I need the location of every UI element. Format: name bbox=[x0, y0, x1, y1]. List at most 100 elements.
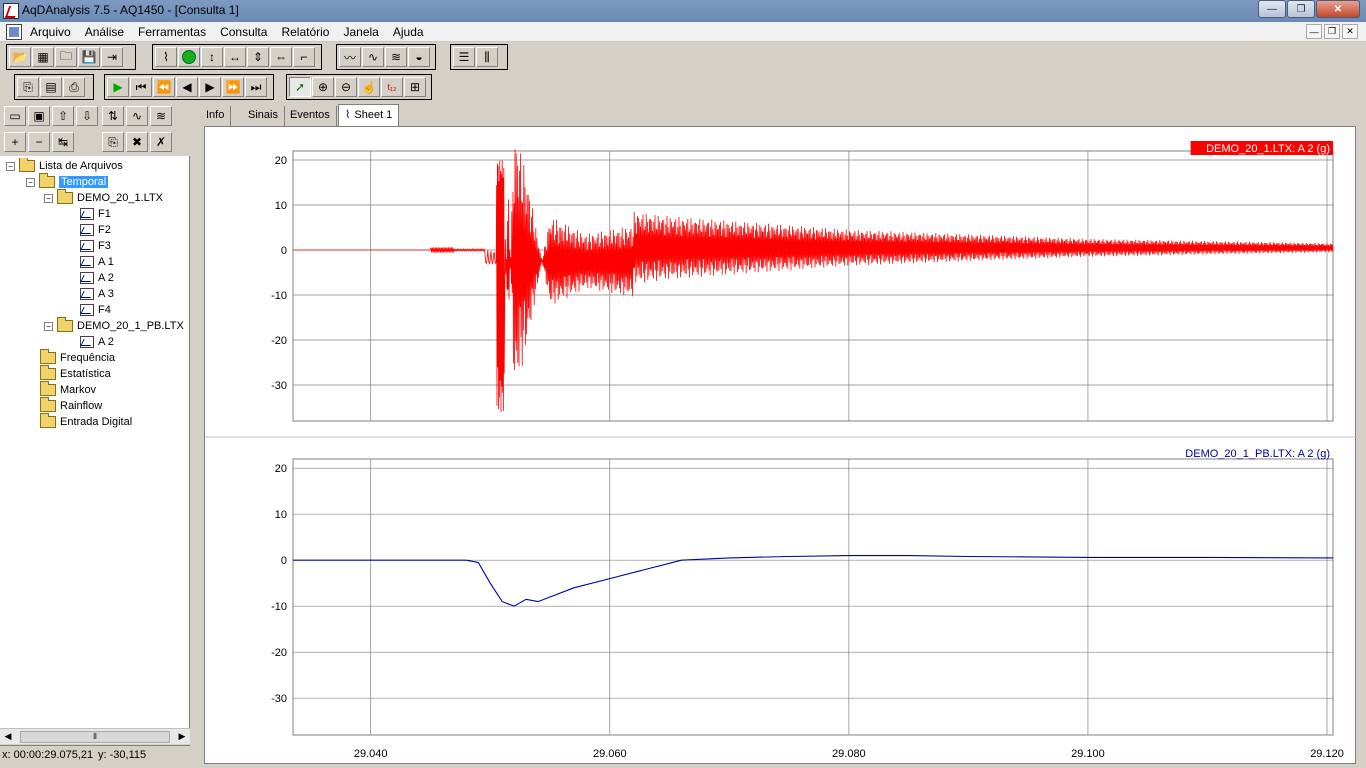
signal-icon bbox=[80, 224, 94, 236]
tab-info[interactable]: Info bbox=[200, 106, 232, 126]
export-icon[interactable]: ⇥ bbox=[101, 47, 123, 67]
tree-temporal[interactable]: − Temporal bbox=[26, 173, 109, 190]
folder-down-icon[interactable]: ⇩ bbox=[76, 106, 98, 126]
menu-arquivo[interactable]: Arquivo bbox=[30, 25, 71, 39]
mdi-close-button[interactable]: ✕ bbox=[1342, 24, 1358, 39]
delete-signal-icon[interactable]: ✖ bbox=[126, 132, 148, 152]
t1-t2-icon[interactable]: t₁₂ bbox=[381, 77, 403, 97]
chart-color-icon[interactable]: ◒ bbox=[408, 47, 430, 67]
tree-signal[interactable]: A 3 bbox=[80, 286, 114, 302]
cursor-graph-icon[interactable]: ⌐ bbox=[293, 47, 315, 67]
rewind-icon[interactable]: ⏪ bbox=[153, 77, 175, 97]
next-icon[interactable]: ▶ bbox=[199, 77, 221, 97]
tab-sinais[interactable]: Sinais bbox=[242, 106, 285, 126]
save-icon[interactable]: 💾 bbox=[78, 47, 100, 67]
graph-icon[interactable]: ⌇ bbox=[155, 47, 177, 67]
column-layout-icon[interactable]: ⫼ bbox=[476, 47, 498, 67]
open-folder-icon bbox=[57, 317, 73, 332]
zoom-in-icon[interactable]: ⊕ bbox=[312, 77, 334, 97]
zoom-out-icon[interactable]: ⊖ bbox=[335, 77, 357, 97]
tree-folder[interactable]: Rainflow bbox=[40, 397, 102, 414]
tree-signal[interactable]: A 2 bbox=[80, 334, 114, 350]
first-icon[interactable]: ⏮ bbox=[130, 77, 152, 97]
collapse-icon[interactable]: − bbox=[44, 193, 53, 203]
remove-signal-icon[interactable]: ✗ bbox=[150, 132, 172, 152]
tree-signal[interactable]: F2 bbox=[80, 222, 111, 238]
last-icon[interactable]: ⏭ bbox=[245, 77, 267, 97]
hand-icon[interactable]: ☝ bbox=[358, 77, 380, 97]
tree-signal[interactable]: F1 bbox=[80, 206, 111, 222]
menu-consulta[interactable]: Consulta bbox=[220, 25, 267, 39]
menu-relatorio[interactable]: Relatório bbox=[281, 25, 329, 39]
chart-wave-icon[interactable]: ∿ bbox=[362, 47, 384, 67]
structure-icon[interactable]: ▦ bbox=[32, 47, 54, 67]
pointer-icon[interactable]: ➚ bbox=[289, 77, 311, 97]
menu-ajuda[interactable]: Ajuda bbox=[393, 25, 424, 39]
layout-toolbar: ☰ ⫼ bbox=[450, 44, 508, 70]
folder-up-icon[interactable]: ⇧ bbox=[52, 106, 74, 126]
menu-ferramentas[interactable]: Ferramentas bbox=[138, 25, 206, 39]
minimize-button[interactable]: — bbox=[1258, 0, 1286, 18]
close-button[interactable]: ✕ bbox=[1316, 0, 1360, 18]
tree-folder[interactable]: Markov bbox=[40, 381, 96, 398]
menu-analise[interactable]: Análise bbox=[85, 25, 124, 39]
scroll-left-icon[interactable]: ◀ bbox=[2, 731, 14, 743]
fast-forward-icon[interactable]: ⏩ bbox=[222, 77, 244, 97]
tree-folder[interactable]: Frequência bbox=[40, 349, 115, 366]
folder-grid-icon[interactable]: ▣ bbox=[28, 106, 50, 126]
tab-sheet-1[interactable]: ⌇ Sheet 1 bbox=[338, 104, 400, 126]
collapse-icon[interactable]: − bbox=[44, 321, 53, 331]
signal-chart-icon[interactable]: ∿ bbox=[126, 106, 148, 126]
mdi-controls: — ❐ ✕ bbox=[1304, 24, 1358, 39]
tree-signal[interactable]: F4 bbox=[80, 302, 111, 318]
tab-eventos[interactable]: Eventos bbox=[284, 106, 337, 126]
signal-icon bbox=[80, 208, 94, 220]
y-tick-label: -30 bbox=[271, 693, 287, 705]
move-folder-icon[interactable]: ↹ bbox=[52, 132, 74, 152]
collapse-icon[interactable]: − bbox=[6, 161, 15, 171]
collapse-icon[interactable]: − bbox=[26, 177, 35, 187]
play-icon[interactable]: ▶ bbox=[107, 77, 129, 97]
open-folder-icon[interactable]: 📂 bbox=[9, 47, 31, 67]
tree-file-1[interactable]: − DEMO_20_1.LTX bbox=[44, 189, 163, 206]
measure-icon[interactable]: ⊞ bbox=[404, 77, 426, 97]
tree-folder[interactable]: Estatística bbox=[40, 365, 111, 382]
previous-icon[interactable]: ◀ bbox=[176, 77, 198, 97]
list-layout-icon[interactable]: ☰ bbox=[453, 47, 475, 67]
tree-signal[interactable]: A 2 bbox=[80, 270, 114, 286]
mdi-minimize-button[interactable]: — bbox=[1306, 24, 1322, 39]
copy-icon[interactable]: ⎘ bbox=[17, 77, 39, 97]
add-folder-icon[interactable]: + bbox=[4, 132, 26, 152]
document-icon[interactable] bbox=[6, 24, 22, 40]
tree-signal[interactable]: F3 bbox=[80, 238, 111, 254]
copy-signal-icon[interactable]: ⎘ bbox=[102, 132, 124, 152]
print-icon[interactable]: ⎙ bbox=[63, 77, 85, 97]
y-tick-label: 10 bbox=[275, 200, 287, 212]
tree-signal[interactable]: A 1 bbox=[80, 254, 114, 270]
tree-horizontal-scrollbar[interactable]: ◀ ⦀ ▶ bbox=[0, 728, 190, 744]
horizontal-fit-icon[interactable]: ⇔ bbox=[270, 47, 292, 67]
horizontal-arrows-icon[interactable]: ↔ bbox=[224, 47, 246, 67]
vertical-arrows-icon[interactable]: ↕ bbox=[201, 47, 223, 67]
window-icon[interactable]: ▭ bbox=[4, 106, 26, 126]
app-icon[interactable] bbox=[3, 3, 19, 19]
scroll-right-icon[interactable]: ▶ bbox=[176, 731, 188, 743]
menu-janela[interactable]: Janela bbox=[343, 25, 378, 39]
remove-folder-icon[interactable]: − bbox=[28, 132, 50, 152]
maximize-button[interactable]: ❐ bbox=[1287, 0, 1315, 18]
tree-root[interactable]: − Lista de Arquivos bbox=[6, 158, 123, 174]
scroll-thumb[interactable]: ⦀ bbox=[20, 731, 170, 743]
vertical-fit-icon[interactable]: ⇕ bbox=[247, 47, 269, 67]
tree-folder[interactable]: Entrada Digital bbox=[40, 413, 132, 430]
folder-add-icon[interactable]: 🗀 bbox=[55, 47, 77, 67]
view-toolbar: ⌇ ↕ ↔ ⇕ ⇔ ⌐ bbox=[152, 44, 322, 70]
signal-compare-icon[interactable]: ≋ bbox=[150, 106, 172, 126]
mdi-restore-button[interactable]: ❐ bbox=[1324, 24, 1340, 39]
tree-file-2[interactable]: − DEMO_20_1_PB.LTX bbox=[44, 317, 184, 334]
chart-svg[interactable]: 20 10 0 -10 -20 -30 DEMO_20_1.LTX: A 2 (g) 20 10… bbox=[205, 127, 1357, 765]
report-icon[interactable]: ▤ bbox=[40, 77, 62, 97]
signal-sort-icon[interactable]: ⇅ bbox=[102, 106, 124, 126]
chart-line-icon[interactable]: 〰 bbox=[339, 47, 361, 67]
chart-overlay-icon[interactable]: ≋ bbox=[385, 47, 407, 67]
status-green-icon[interactable] bbox=[178, 47, 200, 67]
